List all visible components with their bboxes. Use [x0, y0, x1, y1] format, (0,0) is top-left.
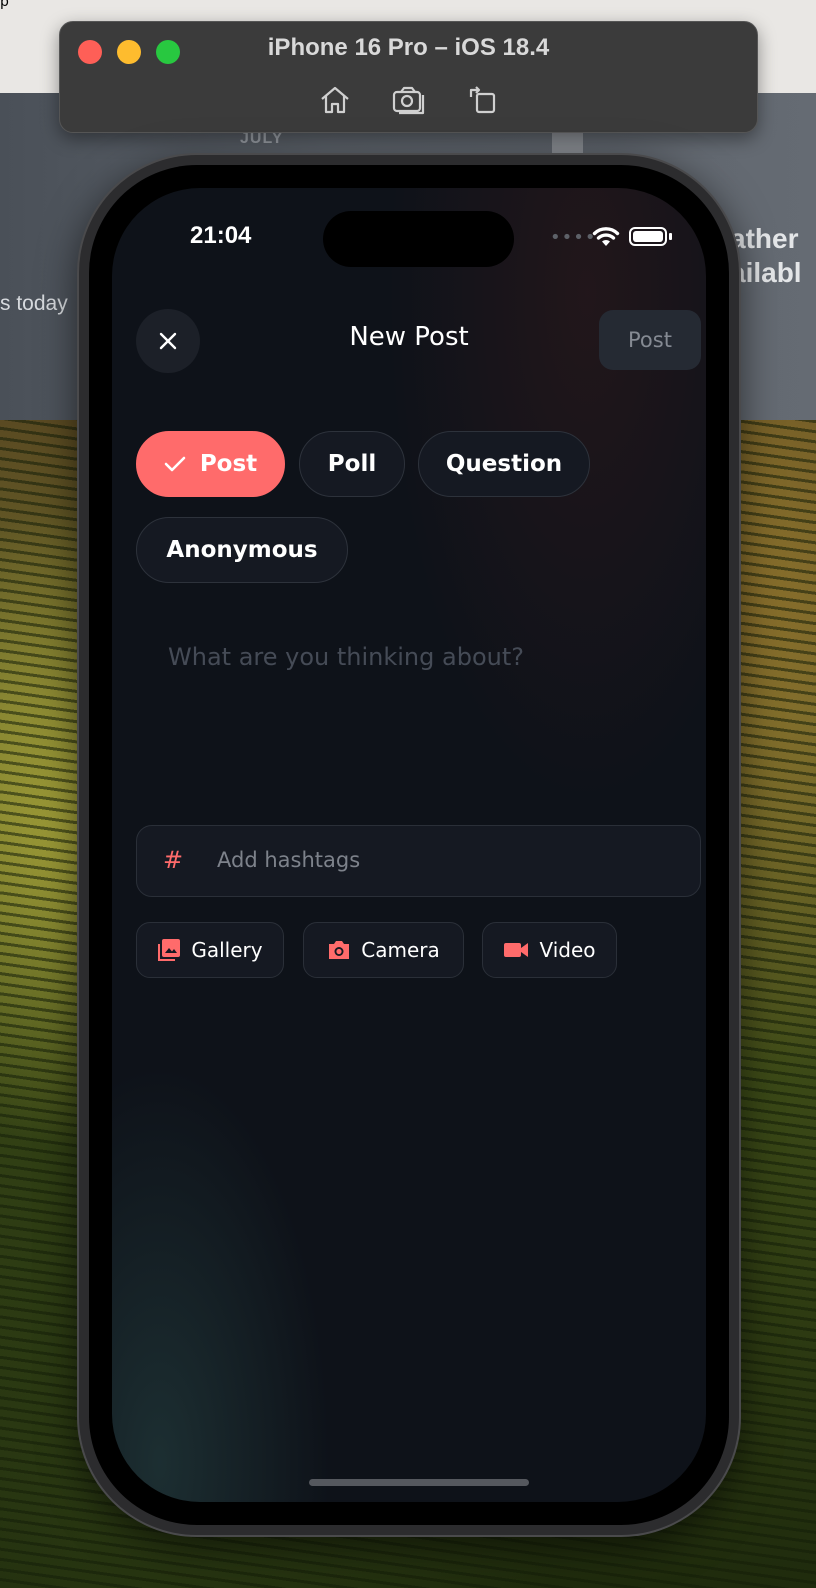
post-type-label: Anonymous — [166, 537, 318, 563]
phone-bezel: 21:04 •••• New Post Post Post Poll Quest… — [89, 165, 729, 1525]
post-type-poll[interactable]: Poll — [299, 431, 405, 497]
battery-icon — [629, 227, 667, 246]
simulator-controls — [60, 82, 757, 118]
camera-button[interactable]: Camera — [303, 922, 464, 978]
post-type-label: Poll — [327, 451, 377, 477]
background-weather-line-1: ather — [730, 223, 799, 254]
battery-cap — [669, 233, 672, 240]
video-label: Video — [539, 938, 596, 962]
post-type-label: Post — [199, 451, 258, 477]
iphone-frame: 21:04 •••• New Post Post Post Poll Quest… — [79, 155, 739, 1535]
wifi-icon — [592, 226, 620, 252]
status-time: 21:04 — [190, 222, 252, 249]
corner-text: p — [0, 0, 9, 10]
video-button[interactable]: Video — [482, 922, 617, 978]
simulator-title: iPhone 16 Pro – iOS 18.4 — [267, 34, 550, 61]
post-type-post[interactable]: Post — [136, 431, 285, 497]
background-today-text: s today — [0, 292, 68, 315]
checkmark-icon — [164, 456, 186, 472]
gallery-label: Gallery — [191, 938, 263, 962]
simulator-title-bar[interactable]: iPhone 16 Pro – iOS 18.4 — [59, 21, 758, 133]
post-type-label: Question — [445, 451, 563, 477]
post-submit-button[interactable]: Post — [599, 310, 701, 370]
hashtag-input[interactable]: # Add hashtags — [136, 825, 701, 897]
gallery-icon — [158, 939, 181, 961]
post-type-anonymous[interactable]: Anonymous — [136, 517, 348, 583]
screenshot-camera-icon[interactable] — [391, 82, 427, 118]
home-indicator[interactable] — [309, 1479, 529, 1486]
gallery-button[interactable]: Gallery — [136, 922, 284, 978]
hashtag-icon: # — [163, 846, 184, 874]
camera-icon — [329, 941, 350, 959]
background-weather-line-2: ailabl — [730, 257, 802, 288]
rotate-icon[interactable] — [465, 82, 501, 118]
dynamic-island — [323, 211, 514, 267]
signal-icon: •••• — [550, 227, 597, 248]
background-weather-text: ather ailabl — [730, 222, 802, 290]
hashtag-placeholder: Add hashtags — [217, 848, 361, 872]
compose-input[interactable]: What are you thinking about? — [168, 643, 524, 671]
video-icon — [504, 943, 529, 957]
home-icon[interactable] — [317, 82, 353, 118]
camera-label: Camera — [361, 938, 440, 962]
post-type-question[interactable]: Question — [418, 431, 590, 497]
app-screen: 21:04 •••• New Post Post Post Poll Quest… — [112, 188, 706, 1502]
